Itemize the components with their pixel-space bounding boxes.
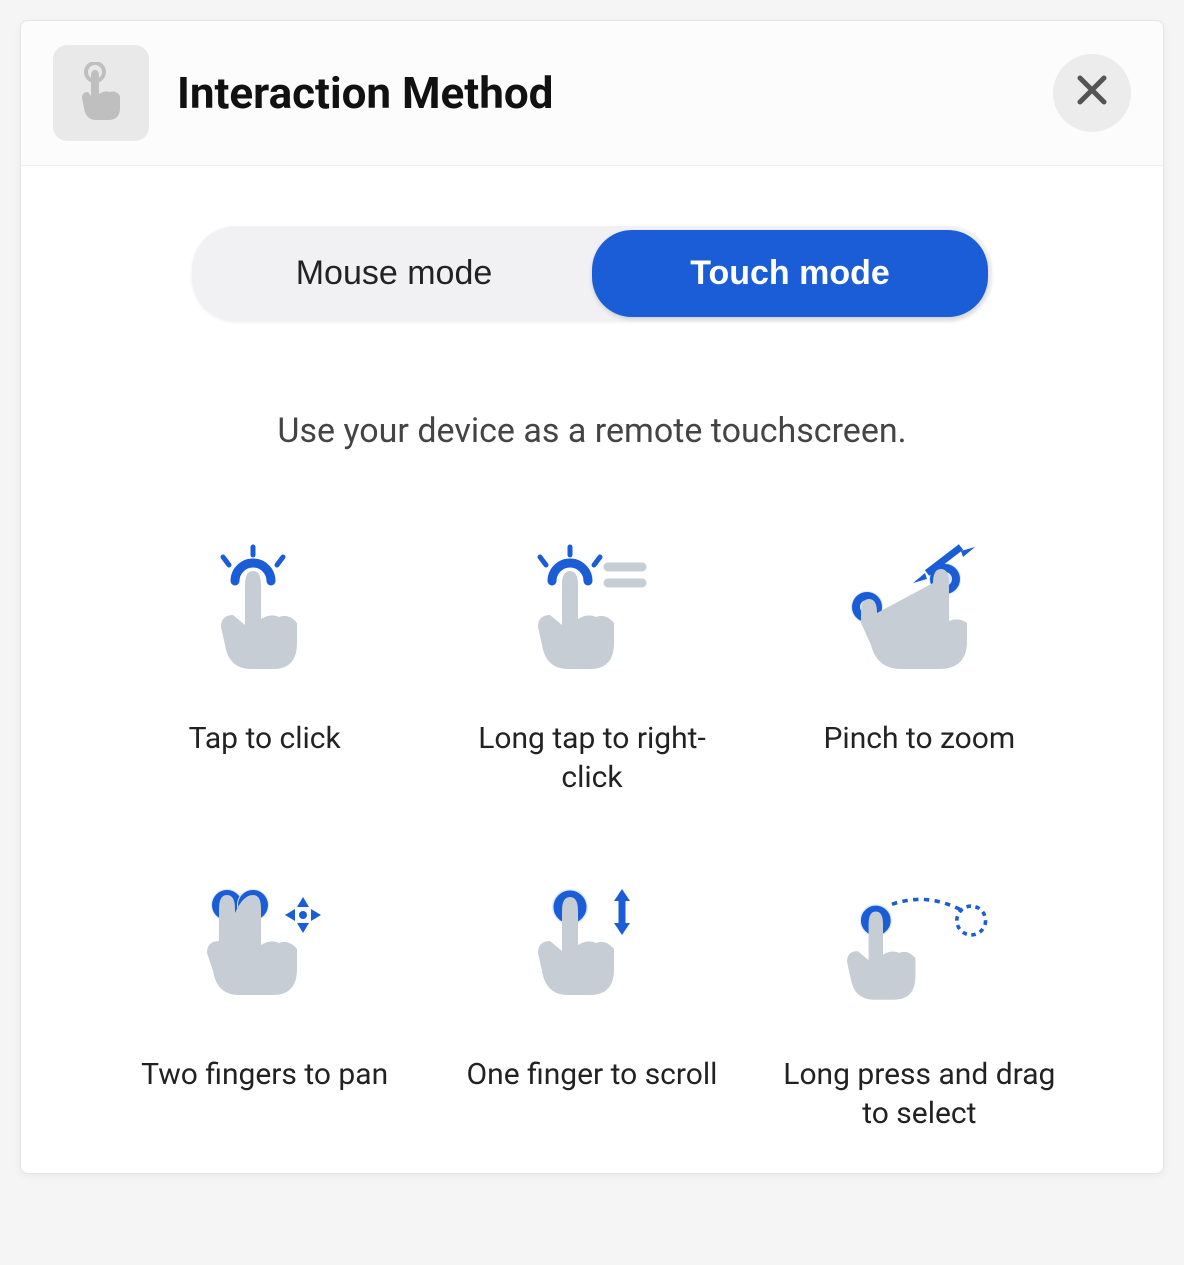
segment-touch-mode[interactable]: Touch mode bbox=[592, 230, 988, 317]
gesture-label: Long tap to right-click bbox=[452, 719, 732, 797]
header-touch-icon bbox=[53, 45, 149, 141]
tap-icon bbox=[175, 541, 355, 691]
interaction-method-modal: Interaction Method Mouse mode Touch mode… bbox=[20, 20, 1164, 1174]
pinch-icon bbox=[829, 541, 1009, 691]
gestures-grid: Tap to click Long tap to right-click bbox=[121, 541, 1063, 1133]
mode-description: Use your device as a remote touchscreen. bbox=[121, 411, 1063, 451]
modal-content: Mouse mode Touch mode Use your device as… bbox=[21, 166, 1163, 1173]
longtap-icon bbox=[502, 541, 682, 691]
gesture-label: Pinch to zoom bbox=[823, 719, 1015, 758]
close-icon bbox=[1076, 71, 1108, 116]
segment-mouse-mode[interactable]: Mouse mode bbox=[196, 230, 592, 317]
pan-icon bbox=[175, 877, 355, 1027]
drag-select-icon bbox=[829, 877, 1009, 1027]
mode-segmented-control: Mouse mode Touch mode bbox=[192, 226, 992, 321]
gesture-label: Long press and drag to select bbox=[779, 1055, 1059, 1133]
gesture-tap: Tap to click bbox=[121, 541, 408, 797]
gesture-pinch: Pinch to zoom bbox=[776, 541, 1063, 797]
gesture-scroll: One finger to scroll bbox=[448, 877, 735, 1133]
gesture-label: Tap to click bbox=[189, 719, 341, 758]
close-button[interactable] bbox=[1053, 54, 1131, 132]
gesture-drag-select: Long press and drag to select bbox=[776, 877, 1063, 1133]
scroll-icon bbox=[502, 877, 682, 1027]
gesture-label: Two fingers to pan bbox=[141, 1055, 388, 1094]
modal-title: Interaction Method bbox=[177, 67, 1053, 119]
gesture-longtap: Long tap to right-click bbox=[448, 541, 735, 797]
gesture-pan: Two fingers to pan bbox=[121, 877, 408, 1133]
modal-header: Interaction Method bbox=[21, 21, 1163, 166]
gesture-label: One finger to scroll bbox=[467, 1055, 718, 1094]
